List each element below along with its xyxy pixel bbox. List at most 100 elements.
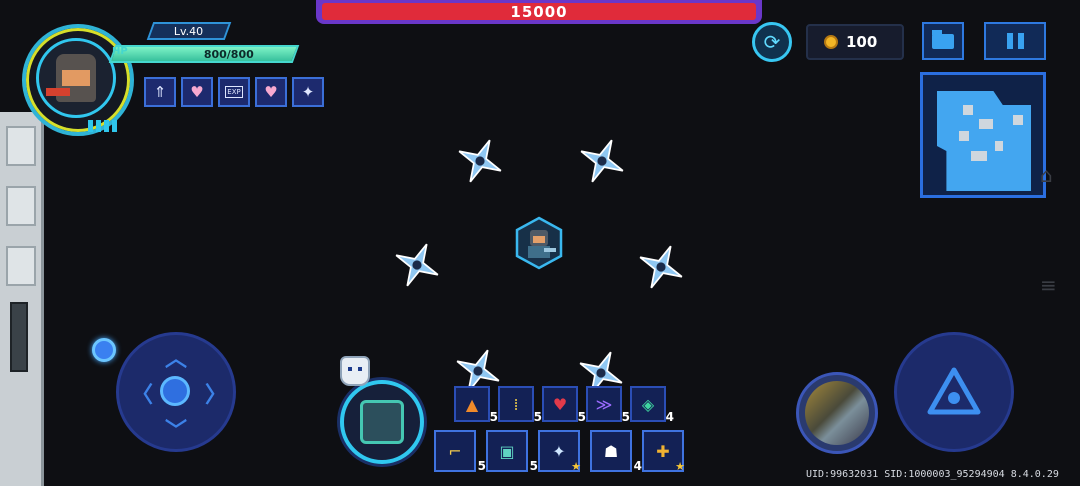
minimap-object (979, 119, 993, 129)
folder-icon (932, 29, 954, 49)
energy-pip (88, 120, 93, 132)
attack-button[interactable] (894, 332, 1014, 452)
energy-pip (96, 120, 101, 132)
shuriken-projectile (579, 138, 625, 184)
wall-segment (6, 186, 36, 226)
pause-icon (1006, 33, 1013, 49)
bullets-icon: ⁞ (513, 394, 519, 414)
player-level-text: Lv.40 (174, 24, 204, 38)
arrow-up-crystal-icon[interactable]: ⇑ (144, 77, 176, 107)
buff-glyph: ⇑ (153, 83, 167, 101)
energy-pips (88, 120, 117, 132)
boss-hp-bar: 15000 (316, 0, 762, 24)
shuriken-icon: ✦ (552, 441, 566, 461)
skill-slot[interactable]: ⁞ 5 (498, 386, 542, 424)
energy-pip (112, 120, 117, 132)
skill-slot[interactable]: ≫ 5 (586, 386, 630, 424)
chevron-down-icon: ﹀ (165, 419, 188, 444)
minimap-object (963, 105, 973, 115)
heart-shield-icon[interactable]: ♥ (255, 77, 287, 107)
item-slot[interactable]: ▣ 5 (486, 430, 538, 473)
secondary-weapon-icon (805, 381, 869, 445)
hp-label: HP (112, 46, 128, 57)
wall-segment (6, 246, 36, 286)
buff-glyph: EXP (225, 86, 243, 98)
skill-slot[interactable]: ♥ 5 (542, 386, 586, 424)
skill-slot[interactable]: ◈ 4 (630, 386, 674, 424)
item-count: 5 (529, 459, 538, 473)
shuriken-projectile (394, 242, 440, 288)
exp-boost-icon[interactable]: EXP (218, 77, 250, 107)
shuriken-projectile (457, 138, 503, 184)
weapon-swap-button[interactable] (796, 372, 878, 454)
boss-hp-text: 15000 (510, 2, 568, 21)
player-level-badge: Lv.40 (146, 22, 232, 40)
knight-portrait-icon (46, 54, 96, 102)
item-slot[interactable]: ⌐ 5 (434, 430, 486, 473)
skill-button[interactable] (340, 380, 424, 464)
coin-amount: 100 (846, 33, 878, 51)
heart-plus-icon[interactable]: ♥ (181, 77, 213, 107)
item-count: 4 (633, 459, 642, 473)
triangle-attack-icon (927, 367, 981, 415)
player-character (514, 216, 564, 270)
item-slot[interactable]: ✚ ★ (642, 430, 685, 473)
joystick-knob[interactable] (160, 376, 190, 406)
robot-helmet-icon: ▣ (499, 441, 515, 461)
item-count: 5 (477, 459, 486, 473)
player-hp-fill: 800/800 (111, 47, 297, 61)
pistol-icon: ⌐ (448, 441, 462, 461)
star-icon: ★ (571, 460, 581, 473)
sparkle-star-icon[interactable]: ✦ (292, 77, 324, 107)
inventory-button[interactable] (922, 22, 964, 60)
chevron-left-icon: 〈 (131, 383, 154, 408)
energy-pip (104, 120, 109, 132)
boss-hp-fill: 15000 (322, 2, 756, 21)
refresh-icon: ⟳ (763, 30, 781, 54)
skill-slot[interactable]: ▲ 5 (454, 386, 498, 424)
star-icon: ★ (675, 460, 685, 473)
chevron-up-icon: ︿ (165, 347, 188, 372)
pet-companion (340, 356, 370, 386)
uid-text: UID:99632031 SID:1000003_95294904 8.4.0.… (806, 469, 1059, 480)
minimap-room (937, 91, 1031, 191)
buff-glyph: ♥ (190, 83, 204, 101)
buff-bar: ⇑ ♥ EXP ♥ ✦ (144, 77, 324, 107)
dash-button[interactable] (92, 338, 116, 362)
pause-button[interactable] (984, 22, 1046, 60)
player-hp-bar: 800/800 (108, 45, 300, 63)
skill-count: 5 (489, 410, 498, 424)
chevron-right-icon: 〉 (205, 383, 228, 408)
buff-glyph: ♥ (264, 83, 278, 101)
skill-count: 5 (621, 410, 630, 424)
minimap-object (959, 131, 969, 141)
sync-button[interactable]: ⟳ (752, 22, 792, 62)
minimap-object (1013, 115, 1023, 125)
system-overlay-icons: ⌂ ≡ (1040, 120, 1057, 340)
purple-slash-icon: ≫ (595, 394, 613, 414)
left-wall-terrain (0, 112, 44, 486)
minimap[interactable] (920, 72, 1046, 198)
heart-icon: ♥ (552, 394, 568, 414)
menu-icon: ≡ (1040, 273, 1057, 297)
wall-segment (6, 126, 36, 166)
health-cross-icon: ✚ (656, 441, 670, 461)
minimap-object (995, 141, 1003, 151)
coin-counter: 100 (806, 24, 904, 60)
item-slot[interactable]: ✦ ★ (538, 430, 581, 473)
wall-door-slot (10, 302, 28, 372)
home-icon: ⌂ (1040, 163, 1053, 187)
buff-glyph: ✦ (301, 83, 315, 101)
gold-coin-icon (824, 35, 838, 49)
player-avatar[interactable] (36, 38, 116, 118)
player-hp-text: 800/800 (204, 47, 254, 61)
skill-count: 5 (533, 410, 542, 424)
skill-count: 4 (665, 410, 674, 424)
mech-skill-icon (360, 400, 404, 444)
green-target-icon: ◈ (641, 394, 655, 414)
item-slot[interactable]: ☗ 4 (590, 430, 642, 473)
white-pet-icon: ☗ (603, 441, 619, 461)
minimap-object (971, 151, 987, 161)
skill-count: 5 (577, 410, 586, 424)
shuriken-projectile (638, 244, 684, 290)
